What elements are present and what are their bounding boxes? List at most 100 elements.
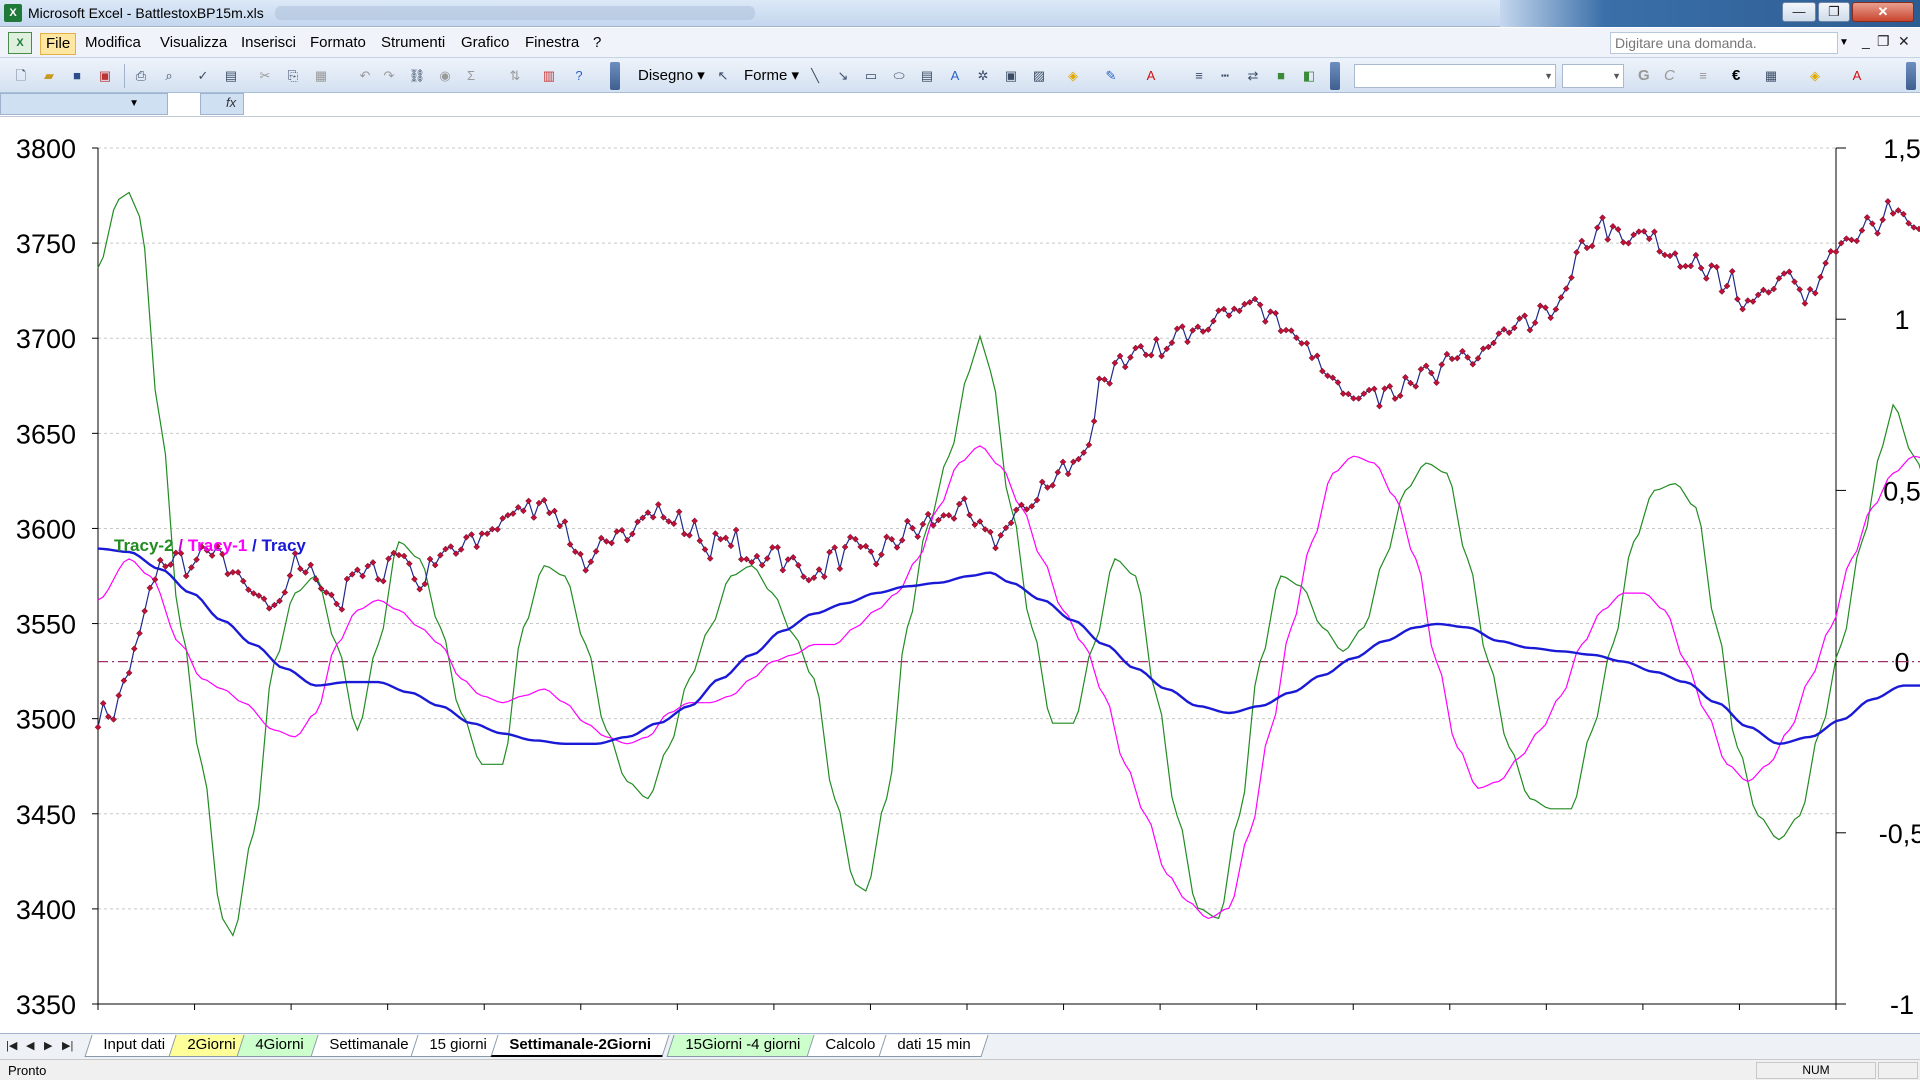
copy-icon[interactable]: ⎘	[284, 67, 302, 85]
excel-app-icon[interactable]: X	[4, 4, 22, 22]
sheet-tab-settimanale-2giorni[interactable]: Settimanale-2Giorni	[490, 1035, 670, 1057]
line-tool-icon[interactable]: ╲	[806, 67, 824, 85]
toolbar-grip-3[interactable]	[1906, 62, 1916, 90]
rectangle-tool-icon[interactable]: ▭	[862, 67, 880, 85]
draw-menu-button[interactable]: Disegno ▾	[638, 67, 705, 85]
price-marker	[1557, 294, 1565, 301]
price-marker	[468, 531, 475, 538]
minimize-button[interactable]: —	[1782, 2, 1816, 22]
price-marker	[1625, 239, 1632, 247]
price-marker	[530, 514, 538, 521]
menu-inserisci[interactable]: Inserisci	[236, 33, 301, 55]
clipart-icon[interactable]: ▣	[1002, 67, 1020, 85]
chart-wizard-icon[interactable]: ▥	[540, 67, 558, 85]
menu-visualizza[interactable]: Visualizza	[155, 33, 232, 55]
borders-icon[interactable]: ▦	[1762, 67, 1780, 85]
arrow-tool-icon[interactable]: ↘	[834, 67, 852, 85]
font-name-combo[interactable]: ▼	[1354, 64, 1556, 88]
fill-color-icon[interactable]: ◈	[1064, 67, 1082, 85]
mdi-close-button[interactable]: ✕	[1898, 33, 1910, 50]
menu-finestra[interactable]: Finestra	[520, 33, 584, 55]
hyperlink-icon[interactable]: ⛓	[408, 67, 426, 85]
print-preview-icon[interactable]: ⌕	[160, 67, 178, 85]
cell-font-color-icon[interactable]: A	[1848, 67, 1866, 85]
price-marker	[1137, 342, 1145, 350]
line-style-icon[interactable]: ≡	[1190, 67, 1208, 85]
mdi-restore-button[interactable]: ❐	[1877, 33, 1890, 50]
chart[interactable]: 3800 3750 3700 3650 3600 3550 3500 3450 3400 3350…	[0, 118, 1920, 1033]
price-marker	[919, 520, 927, 528]
3d-style-icon[interactable]: ◧	[1300, 67, 1318, 85]
new-document-icon[interactable]: 🗋	[12, 67, 30, 85]
sheet-tab-4giorni[interactable]: 4Giorni	[236, 1035, 322, 1057]
menu-formato[interactable]: Formato	[305, 33, 371, 55]
menu-help[interactable]: ?	[588, 33, 606, 55]
ask-dropdown-icon[interactable]: ▼	[1836, 32, 1852, 54]
picture-icon[interactable]: ▨	[1030, 67, 1048, 85]
series-line-tracy	[97, 547, 1920, 746]
chart-sheet[interactable]: 3800 3750 3700 3650 3600 3550 3500 3450 3400 3350…	[0, 118, 1920, 1033]
italic-button[interactable]: C	[1664, 67, 1675, 85]
align-center-icon[interactable]: ≡	[1694, 67, 1712, 85]
ask-question-input[interactable]: Digitare una domanda.	[1610, 32, 1838, 54]
undo-icon[interactable]: ↶	[356, 67, 374, 85]
toolbar-grip[interactable]	[610, 62, 620, 90]
name-box[interactable]: ▼	[0, 93, 168, 115]
cut-icon[interactable]: ✂	[256, 67, 274, 85]
line-color-icon[interactable]: ✎	[1102, 67, 1120, 85]
workbook-icon[interactable]: X	[8, 32, 32, 54]
research-icon[interactable]: ▤	[222, 67, 240, 85]
sheet-tab-settimanale[interactable]: Settimanale	[310, 1035, 427, 1057]
euro-button[interactable]: €	[1732, 67, 1740, 85]
permission-icon[interactable]: ▣	[96, 67, 114, 85]
fx-icon[interactable]: fx	[226, 95, 236, 110]
price-marker	[727, 542, 735, 550]
left-tick-label: 3550	[16, 610, 76, 640]
cell-fill-icon[interactable]: ◈	[1806, 67, 1824, 85]
price-marker	[1210, 317, 1217, 325]
menu-file[interactable]: File	[40, 33, 77, 55]
spelling-icon[interactable]: ✓	[194, 67, 212, 85]
diagram-icon[interactable]: ✲	[974, 67, 992, 85]
last-sheet-button[interactable]: ▶|	[62, 1039, 73, 1052]
maximize-button[interactable]: ❐	[1818, 2, 1850, 22]
price-marker	[1479, 345, 1487, 353]
paste-icon[interactable]: ▦	[312, 67, 330, 85]
first-sheet-button[interactable]: |◀	[6, 1039, 17, 1052]
mdi-minimize-button[interactable]: _	[1862, 33, 1870, 49]
sheet-tab-dati-15-min[interactable]: dati 15 min	[878, 1035, 989, 1057]
insert-function-button[interactable]	[200, 93, 244, 115]
price-marker	[525, 497, 532, 505]
select-objects-icon[interactable]: ↖	[714, 67, 732, 85]
toolbar-grip-2[interactable]	[1330, 62, 1340, 90]
menu-strumenti[interactable]: Strumenti	[376, 33, 450, 55]
dash-style-icon[interactable]: ┅	[1216, 67, 1234, 85]
globe-icon[interactable]: ◉	[436, 67, 454, 85]
open-folder-icon[interactable]: ▰	[40, 67, 58, 85]
sheet-tab-label: 15Giorni -4 giorni	[685, 1036, 801, 1053]
arrow-style-icon[interactable]: ⇄	[1244, 67, 1262, 85]
wordart-icon[interactable]: A	[946, 67, 964, 85]
bold-button[interactable]: G	[1638, 67, 1650, 85]
menu-bar: X File Modifica Visualizza Inserisci For…	[0, 28, 1920, 58]
sheet-tab-15giorni-4giorni[interactable]: 15Giorni -4 giorni	[666, 1035, 819, 1057]
shapes-menu-button[interactable]: Forme ▾	[744, 67, 799, 85]
chevron-down-icon[interactable]: ▼	[129, 98, 139, 109]
menu-modifica[interactable]: Modifica	[80, 33, 146, 55]
oval-tool-icon[interactable]: ⬭	[890, 67, 908, 85]
close-button[interactable]: ✕	[1852, 2, 1914, 22]
prev-sheet-button[interactable]: ◀	[26, 1039, 34, 1052]
next-sheet-button[interactable]: ▶	[44, 1039, 52, 1052]
redo-icon[interactable]: ↷	[380, 67, 398, 85]
font-size-combo[interactable]: ▼	[1562, 64, 1624, 88]
autosum-icon[interactable]: Σ	[462, 67, 480, 85]
sort-icon[interactable]: ⇅	[506, 67, 524, 85]
help-icon[interactable]: ?	[570, 67, 588, 85]
shadow-style-icon[interactable]: ■	[1272, 67, 1290, 85]
menu-grafico[interactable]: Grafico	[456, 33, 514, 55]
save-icon[interactable]: ■	[68, 67, 86, 85]
print-icon[interactable]: ⎙	[132, 67, 150, 85]
font-color-icon[interactable]: A	[1142, 67, 1160, 85]
textbox-tool-icon[interactable]: ▤	[918, 67, 936, 85]
price-marker	[260, 595, 268, 603]
